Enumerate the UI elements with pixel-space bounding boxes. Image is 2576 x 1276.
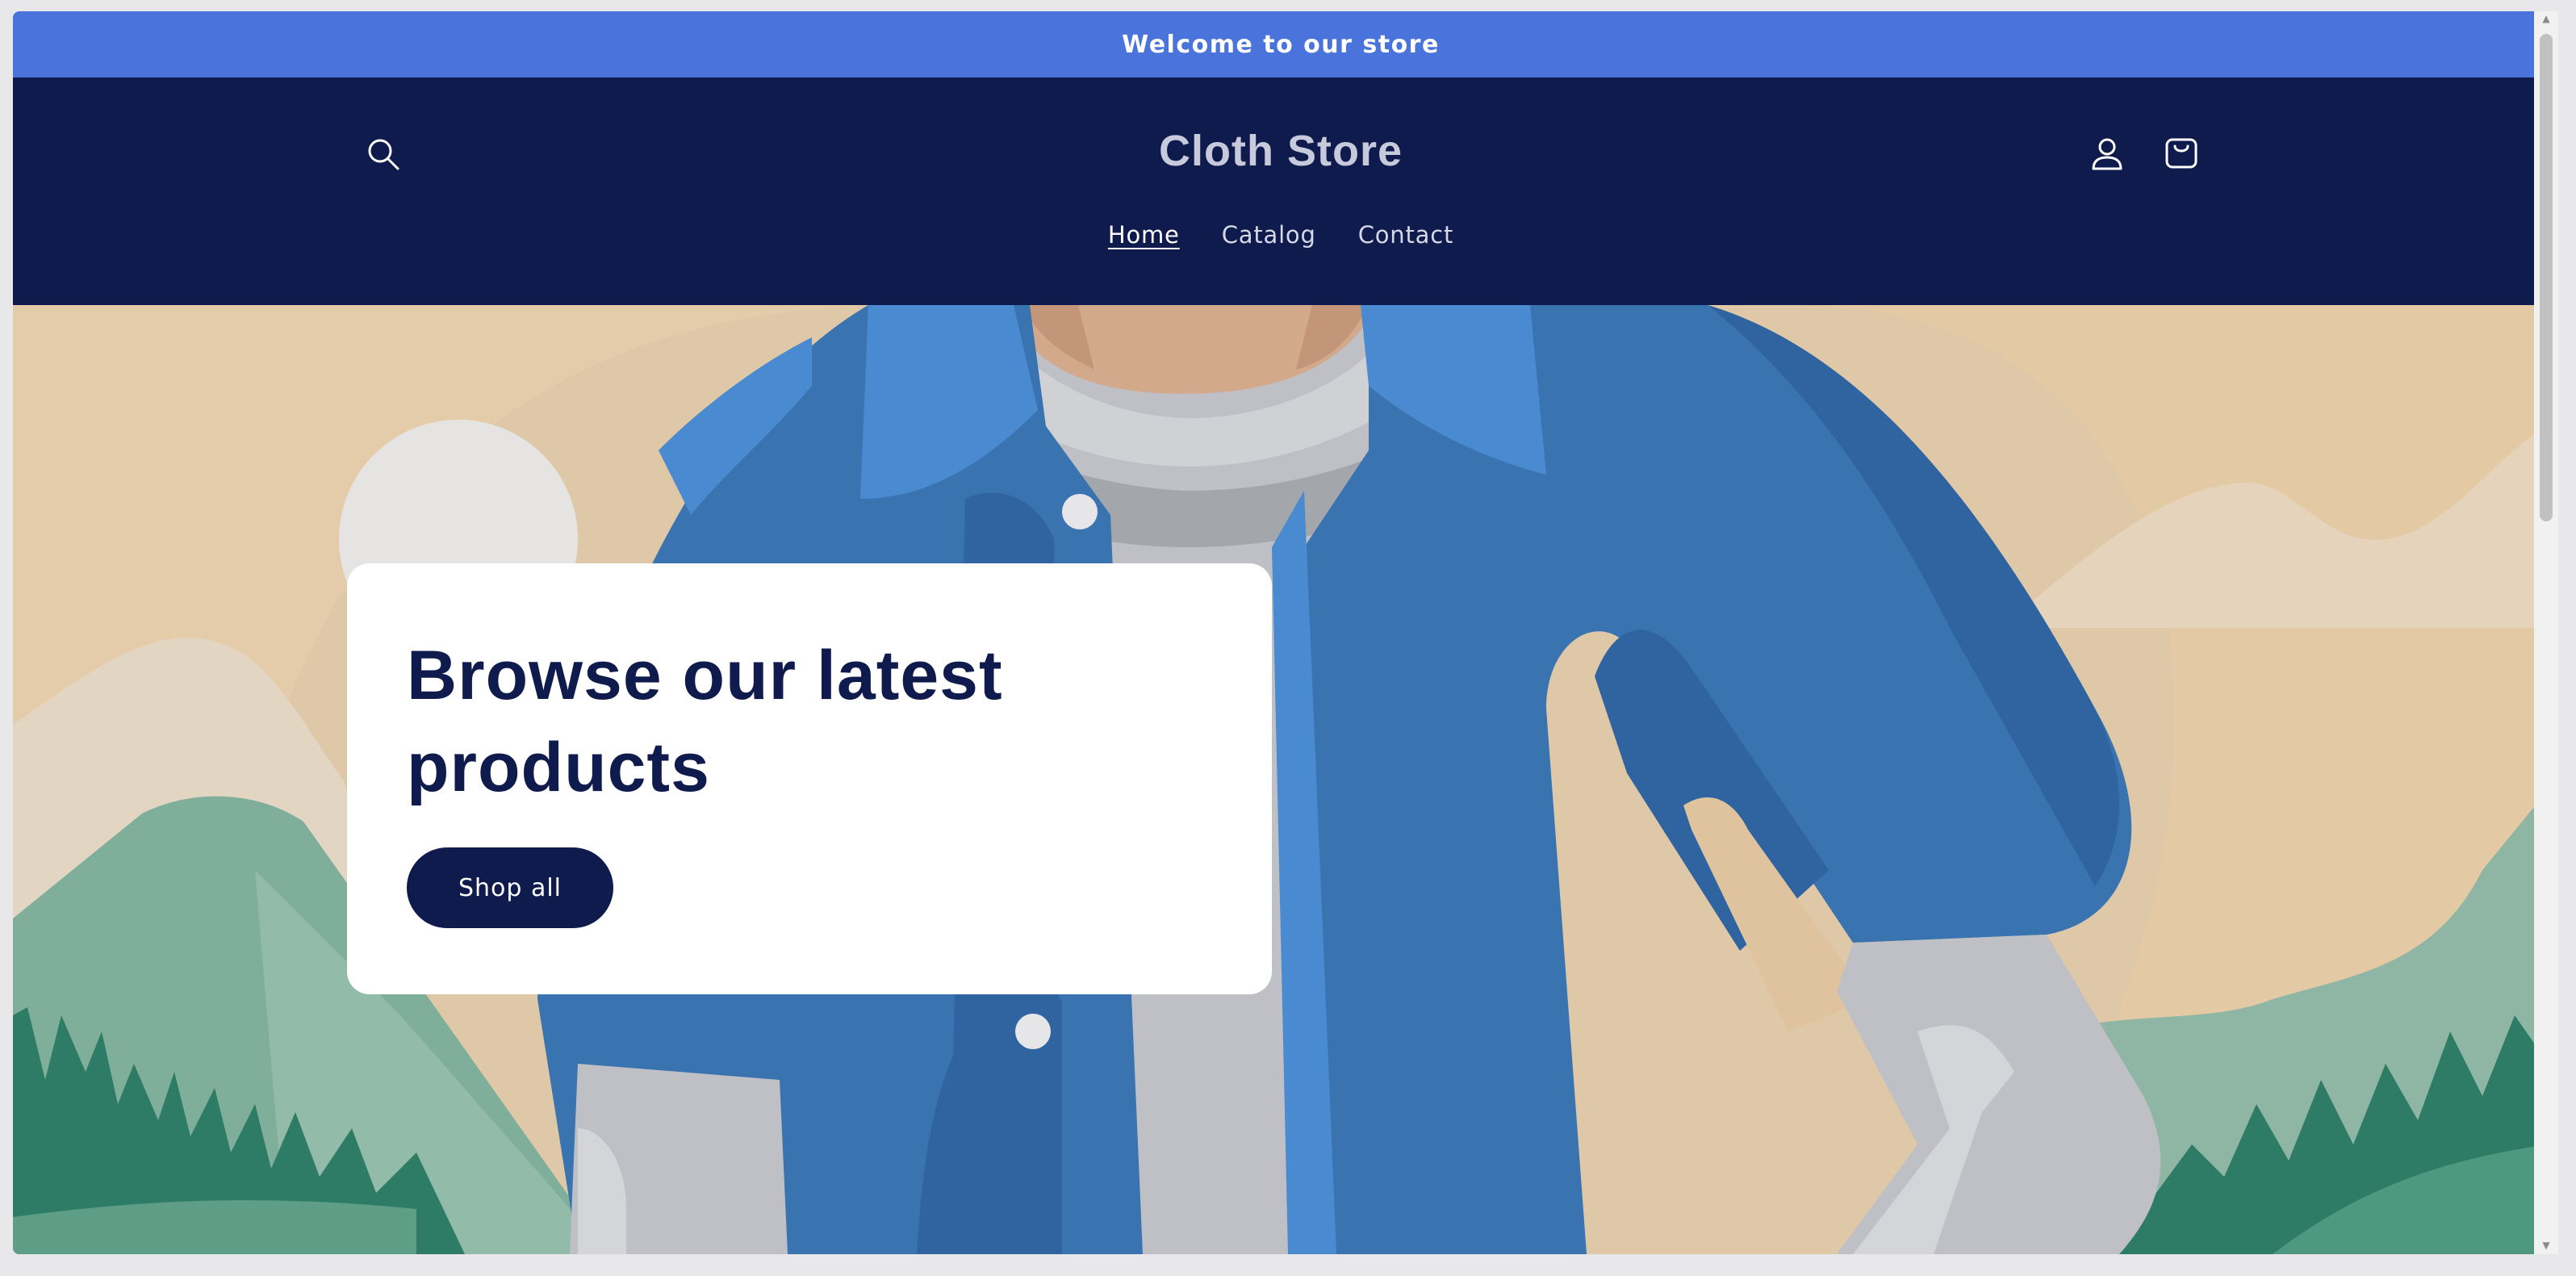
hero-card: Browse our latest products Shop all [347, 563, 1272, 994]
nav-link-home[interactable]: Home [1108, 221, 1180, 249]
browser-viewport: Welcome to our store Cloth Store Home Ca… [13, 11, 2549, 1254]
announcement-text: Welcome to our store [1122, 30, 1440, 59]
hero-banner: Browse our latest products Shop all [13, 305, 2549, 1254]
site-header: Cloth Store Home Catalog Contact [13, 77, 2549, 305]
cart-button[interactable] [2153, 124, 2210, 181]
nav-link-catalog[interactable]: Catalog [1222, 221, 1316, 249]
announcement-bar: Welcome to our store [13, 11, 2549, 77]
scroll-up-icon[interactable]: ▲ [2540, 13, 2553, 24]
scroll-down-icon[interactable]: ▼ [2540, 1240, 2553, 1251]
shop-all-button[interactable]: Shop all [407, 847, 613, 928]
account-icon [2092, 138, 2122, 170]
scroll-thumb[interactable] [2540, 34, 2553, 521]
hero-heading: Browse our latest products [407, 637, 1003, 806]
account-button[interactable] [2079, 126, 2135, 182]
main-nav: Home Catalog Contact [13, 221, 2549, 249]
nav-link-contact[interactable]: Contact [1358, 221, 1453, 249]
page-scrollbar[interactable]: ▲ ▼ [2534, 11, 2558, 1254]
cart-icon [2165, 138, 2198, 169]
